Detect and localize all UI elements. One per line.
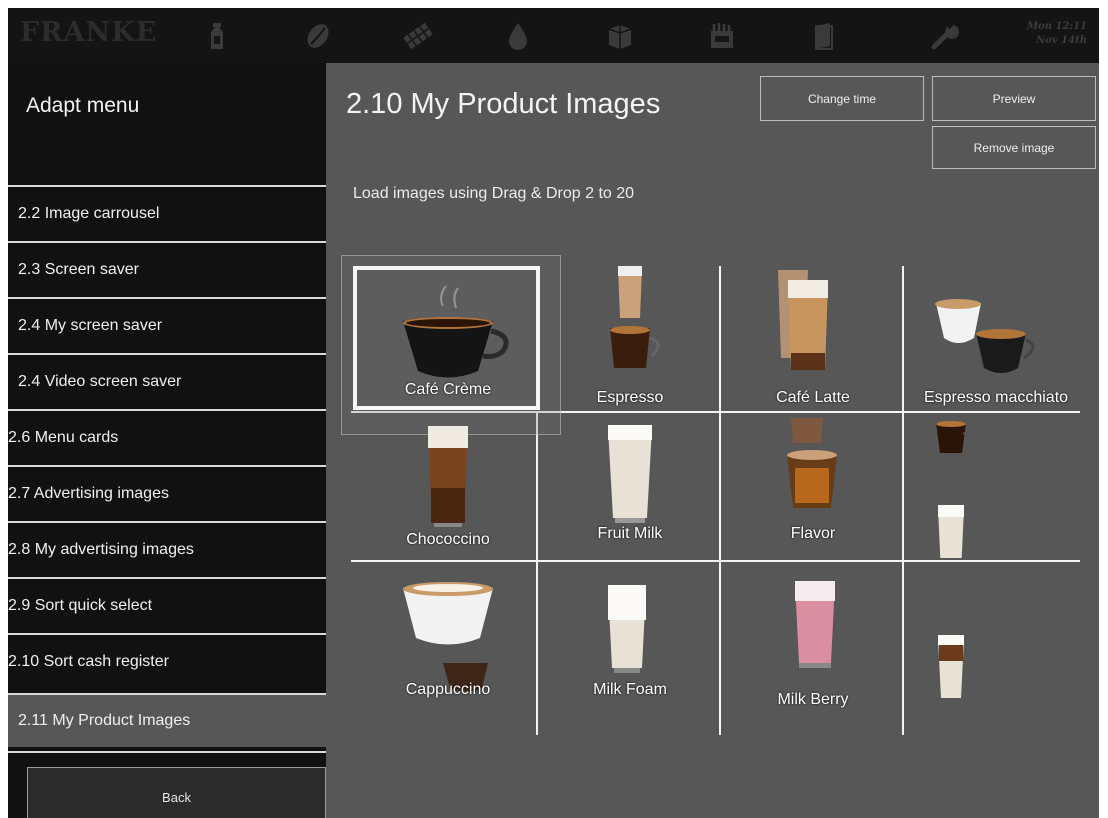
sidebar-item-image-carrousel[interactable]: 2.2 Image carrousel [8,185,326,241]
product-label: Café Latte [776,389,850,406]
milk-carton-icon[interactable] [201,20,233,52]
sidebar-item-my-advertising-images[interactable]: 2.8 My advertising images [8,521,326,577]
product-tile-espresso[interactable]: Espresso [540,258,720,406]
sidebar-item-my-product-images[interactable]: 2.11 My Product Images [8,693,326,747]
sidebar-item-label: 2.10 Sort cash register [8,653,169,670]
top-bar: FRANKE Mon 12:11 Nov 14th [8,8,1099,63]
sidebar-item-sort-quick-select[interactable]: 2.9 Sort quick select [8,577,326,633]
product-tile-milk-berry[interactable]: Milk Berry [723,563,903,708]
sidebar-item-menu-cards[interactable]: 2.6 Menu cards [8,409,326,465]
product-tile-latte-macchiato[interactable] [906,413,1086,558]
sidebar-item-label: 2.11 My Product Images [18,712,191,729]
clock-time: Mon 12:11 [1026,21,1087,32]
sidebar-divider [8,751,326,753]
back-button[interactable]: Back [27,767,326,818]
book-icon[interactable] [808,20,840,52]
sidebar-item-my-screen-saver[interactable]: 2.4 My screen saver [8,297,326,353]
selected-tile-highlight [353,266,540,410]
product-tile-milk-foam[interactable]: Milk Foam [540,563,720,708]
sidebar-item-label: 2.3 Screen saver [18,261,139,278]
cafe-latte-image [778,270,828,370]
sidebar-item-label: 2.4 Video screen saver [18,373,182,390]
product-label: Milk Berry [777,691,849,708]
sidebar-item-label: 2.4 My screen saver [18,317,163,334]
product-label: Cappuccino [405,681,491,698]
product-tile-flavor[interactable]: Flavor [723,413,903,558]
sidebar: Adapt menu 2.2 Image carrousel 2.3 Scree… [8,63,326,818]
product-label: Fruit Milk [597,525,663,542]
franke-logo: FRANKE [20,17,158,48]
sidebar-item-label: 2.8 My advertising images [8,541,194,558]
espresso-macchiato-image [935,299,1035,373]
sidebar-title: Adapt menu [26,94,140,117]
sidebar-item-label: 2.7 Advertising images [8,485,169,502]
layered-latte-image [938,635,964,698]
sidebar-item-advertising-images[interactable]: 2.7 Advertising images [8,465,326,521]
grid-line-horizontal [351,560,1080,562]
coffee-bean-icon[interactable] [302,20,334,52]
product-label: Espresso macchiato [923,389,1069,406]
product-label: Milk Foam [593,681,667,698]
app-window: FRANKE Mon 12:11 Nov 14th Adapt menu 2.2… [8,8,1099,818]
sidebar-item-video-screen-saver[interactable]: 2.4 Video screen saver [8,353,326,409]
latte-macchiato-image [936,421,971,558]
clock: Mon 12:11 Nov 14th [1027,20,1087,48]
clock-date: Nov 14th [1036,35,1087,46]
sidebar-item-screen-saver[interactable]: 2.3 Screen saver [8,241,326,297]
sidebar-item-sort-cash-register[interactable]: 2.10 Sort cash register [8,633,326,689]
drag-drop-hint: Load images using Drag & Drop 2 to 20 [353,185,635,202]
espresso-image [610,266,660,368]
milk-berry-image [795,581,835,668]
page-title: 2.10 My Product Images [346,88,661,120]
product-tile-layered-latte[interactable] [906,563,1086,708]
product-tile-espresso-macchiato[interactable]: Espresso macchiato [906,258,1086,406]
sidebar-item-label: 2.9 Sort quick select [8,597,153,614]
sidebar-item-label: 2.2 Image carrousel [18,205,160,222]
product-tile-cappuccino[interactable]: Cappuccino [358,563,538,708]
water-drop-icon[interactable] [502,20,534,52]
product-label: Chococcino [406,531,490,548]
grinder-icon[interactable] [706,20,738,52]
product-tile-cafe-latte[interactable]: Café Latte [723,258,903,406]
cups-icon[interactable] [604,20,636,52]
product-tile-chococcino[interactable]: Chococcino [358,413,538,558]
sidebar-item-label: 2.6 Menu cards [8,429,119,446]
change-time-button[interactable]: Change time [760,76,924,121]
chocolate-icon[interactable] [402,20,434,52]
preview-button[interactable]: Preview [932,76,1096,121]
product-label: Espresso [596,389,664,406]
wrench-icon[interactable] [928,20,960,52]
remove-image-button[interactable]: Remove image [932,126,1096,169]
product-label: Flavor [790,525,836,542]
product-tile-fruit-milk[interactable]: Fruit Milk [540,413,720,558]
